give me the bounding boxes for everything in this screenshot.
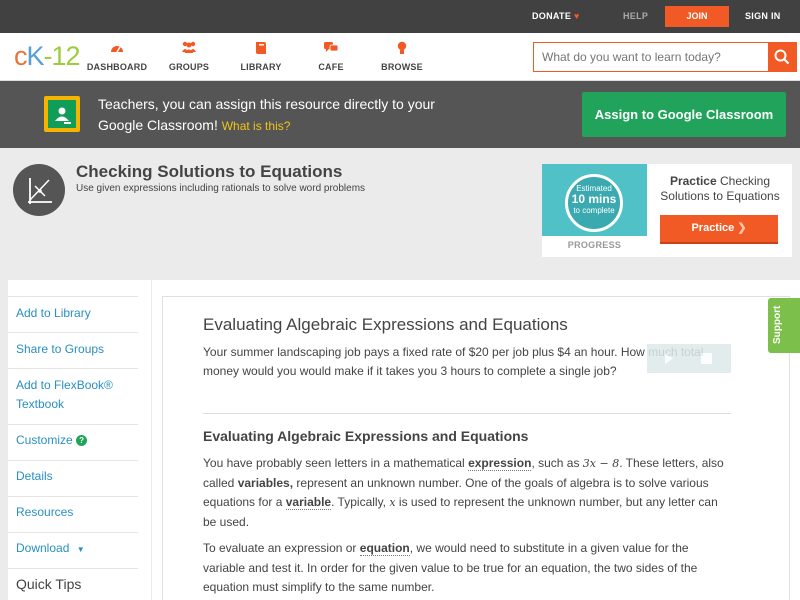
donate-link[interactable]: DONATE ♥ — [532, 0, 580, 33]
sidebar-divider — [8, 368, 138, 369]
nav-cafe-label: CAFE — [318, 62, 344, 72]
graph-icon — [13, 164, 65, 216]
support-tab[interactable]: Support — [768, 298, 800, 353]
paragraph-evaluate: To evaluate an expression or equation, w… — [203, 539, 733, 598]
text-span: To evaluate an expression or — [203, 541, 360, 555]
term-variable[interactable]: variable — [285, 495, 332, 510]
video-overlay-control[interactable] — [647, 344, 731, 373]
nav-cafe[interactable]: CAFE — [291, 41, 371, 72]
sign-in-link[interactable]: SIGN IN — [745, 0, 781, 33]
sidebar-item-add-to-flexbook[interactable]: Add to FlexBook® Textbook — [16, 376, 146, 414]
top-bar: DONATE ♥ HELP JOIN SIGN IN — [0, 0, 800, 33]
support-label: Support — [772, 305, 783, 344]
sidebar-item-share-to-groups[interactable]: Share to Groups — [16, 340, 146, 359]
math-expression: 3x − 8 — [582, 457, 620, 470]
quick-tips-heading: Quick Tips — [16, 576, 82, 592]
sidebar-item-resources[interactable]: Resources — [16, 503, 146, 522]
section-divider — [203, 413, 731, 414]
term-expression[interactable]: expression — [468, 456, 532, 471]
nav-groups-label: GROUPS — [168, 62, 210, 72]
estimate-line3: to complete — [573, 206, 615, 215]
teacher-message: Teachers, you can assign this resource d… — [98, 94, 478, 137]
practice-button[interactable]: Practice ❯ — [660, 215, 778, 244]
cafe-icon — [291, 41, 371, 57]
caret-down-icon: ▼ — [76, 545, 85, 554]
search-icon — [774, 49, 790, 65]
lesson-heading: Evaluating Algebraic Expressions and Equ… — [203, 315, 568, 334]
term-variables[interactable]: variables, — [238, 476, 293, 490]
practice-text-bold: Practice — [669, 174, 717, 188]
donate-label: DONATE — [532, 11, 572, 21]
main-nav: cK-12 DASHBOARD GROUPS LIBRARY CAFE BROW… — [0, 33, 800, 81]
text-span: , such as — [531, 456, 583, 470]
logo-n: -12 — [43, 41, 81, 71]
nav-groups[interactable]: GROUPS — [149, 41, 229, 72]
practice-card: Estimated 10 mins to complete PROGRESS P… — [542, 164, 792, 257]
search-button[interactable] — [768, 43, 796, 71]
help-icon[interactable]: ? — [76, 435, 88, 446]
library-icon — [221, 41, 301, 57]
logo-c: c — [14, 41, 27, 71]
join-button[interactable]: JOIN — [665, 6, 729, 27]
practice-button-label: Practice — [691, 222, 735, 234]
assign-google-classroom-button[interactable]: Assign to Google Classroom — [582, 92, 786, 137]
groups-icon — [149, 41, 229, 57]
sidebar-item-download[interactable]: Download ▼ — [16, 539, 146, 559]
sidebar-divider — [8, 496, 138, 497]
sidebar-divider — [8, 296, 138, 297]
sidebar-item-customize[interactable]: Customize ? — [16, 431, 146, 450]
paragraph-variables: You have probably seen letters in a math… — [203, 454, 733, 532]
google-classroom-icon — [44, 96, 80, 132]
practice-description: Practice Checking Solutions to Equations — [652, 174, 788, 204]
nav-library-label: LIBRARY — [240, 62, 282, 72]
dashboard-icon — [77, 41, 157, 57]
nav-browse-label: BROWSE — [381, 62, 423, 72]
search-box — [533, 42, 797, 72]
browse-icon — [362, 41, 442, 57]
chevron-right-icon: ❯ — [737, 222, 747, 234]
text-span: . Typically, — [331, 495, 390, 509]
concept-title: Checking Solutions to Equations — [76, 162, 343, 181]
help-link[interactable]: HELP — [623, 0, 648, 33]
search-input[interactable] — [534, 43, 768, 71]
section-heading: Evaluating Algebraic Expressions and Equ… — [203, 428, 529, 444]
sidebar-divider — [8, 568, 138, 569]
sidebar: Add to Library Share to Groups Add to Fl… — [8, 280, 151, 600]
progress-label: PROGRESS — [567, 240, 622, 250]
teacher-banner: Teachers, you can assign this resource d… — [0, 81, 800, 148]
ck12-logo[interactable]: cK-12 — [14, 41, 81, 72]
heart-icon: ♥ — [573, 11, 580, 21]
download-label: Download — [16, 541, 70, 555]
customize-label: Customize — [16, 433, 73, 447]
main-content: Evaluating Algebraic Expressions and Equ… — [162, 296, 790, 600]
sidebar-item-details[interactable]: Details — [16, 467, 146, 486]
sidebar-divider — [8, 332, 138, 333]
nav-browse[interactable]: BROWSE — [362, 41, 442, 72]
sidebar-divider — [8, 532, 138, 533]
term-equation[interactable]: equation — [359, 541, 410, 556]
nav-dashboard-label: DASHBOARD — [86, 62, 148, 72]
sidebar-item-add-to-library[interactable]: Add to Library — [16, 304, 146, 323]
concept-subtitle: Use given expressions including rational… — [76, 183, 366, 194]
what-is-this-link[interactable]: What is this? — [222, 119, 291, 133]
nav-library[interactable]: LIBRARY — [221, 41, 301, 72]
logo-k: K — [26, 41, 45, 71]
sidebar-divider — [8, 460, 138, 461]
estimate-minutes: 10 mins — [571, 192, 617, 206]
estimate-text: Estimated 10 mins to complete — [565, 184, 623, 216]
text-span: You have probably seen letters in a math… — [203, 456, 469, 470]
sidebar-divider — [8, 424, 138, 425]
practice-estimate-graphic: Estimated 10 mins to complete — [542, 164, 647, 236]
nav-dashboard[interactable]: DASHBOARD — [77, 41, 157, 72]
